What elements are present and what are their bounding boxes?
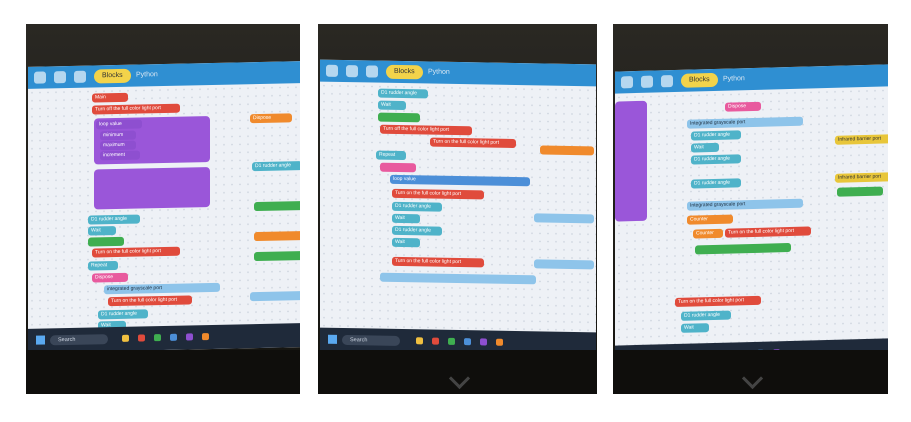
chart-icon[interactable]	[326, 64, 338, 77]
app-icon[interactable]	[122, 334, 129, 342]
app-icon[interactable]	[170, 333, 177, 341]
light-on-block[interactable]: Turn on the full color light port	[430, 137, 516, 149]
taskbar-search[interactable]: Search	[50, 334, 108, 346]
dispose-block[interactable]: Dispose	[92, 272, 128, 283]
dispose-block[interactable]	[380, 162, 416, 173]
eye-icon[interactable]	[54, 71, 66, 84]
tab-blocks[interactable]: Blocks	[94, 68, 131, 84]
light-on-block[interactable]: Turn on the full color light port	[92, 246, 180, 258]
green-right-block-2[interactable]	[254, 251, 300, 262]
main-block[interactable]: Main	[92, 92, 128, 103]
green-right-block[interactable]	[837, 186, 883, 197]
photo-3: Blocks Python Dispose Integrated graysca…	[613, 24, 888, 394]
tab-python[interactable]: Python	[715, 72, 753, 87]
windows-logo-icon[interactable]	[328, 334, 337, 344]
monitor-screen: Blocks Python D1 rudder angle Wait Turn …	[320, 59, 596, 357]
rudder-block-4[interactable]: D1 rudder angle	[681, 310, 731, 321]
app-icon[interactable]	[480, 338, 487, 346]
wait-block[interactable]: Wait	[691, 142, 719, 153]
laptop-base	[318, 350, 597, 394]
app-icon[interactable]	[496, 338, 503, 346]
app-icon[interactable]	[416, 337, 423, 345]
monitor-screen: Blocks Python Dispose Integrated graysca…	[615, 64, 888, 370]
chevron-down-icon	[741, 367, 763, 390]
light-on-block-2[interactable]: Turn on the full color light port	[392, 188, 484, 200]
rudder-block-2[interactable]: D1 rudder angle	[392, 201, 442, 212]
dispose-block[interactable]: Dispose	[725, 101, 761, 112]
python-icon[interactable]	[366, 65, 378, 78]
app-icon[interactable]	[154, 334, 161, 342]
laptop-base	[26, 350, 300, 394]
max-label: maximum	[100, 140, 136, 151]
dispose-right-block[interactable]: Dispose	[250, 113, 292, 124]
photo-1: Blocks Python Main Turn off the full col…	[26, 24, 300, 394]
loop-label: loop value	[96, 119, 142, 130]
green-right-block[interactable]	[254, 201, 300, 212]
windows-logo-icon[interactable]	[36, 335, 45, 345]
chart-icon[interactable]	[621, 76, 633, 89]
tab-python[interactable]: Python	[128, 68, 166, 83]
laptop-base	[613, 350, 888, 394]
app-icon[interactable]	[448, 337, 455, 345]
chart-icon[interactable]	[34, 71, 46, 84]
infrared-block[interactable]: Infrared barrier port	[835, 134, 888, 145]
monitor-screen: Blocks Python Main Turn off the full col…	[28, 61, 300, 353]
taskbar-search[interactable]: Search	[342, 334, 400, 346]
chevron-down-icon	[448, 367, 470, 390]
photo-2: Blocks Python D1 rudder angle Wait Turn …	[318, 24, 597, 394]
tab-python[interactable]: Python	[420, 65, 458, 80]
app-icon[interactable]	[202, 333, 209, 341]
block-workspace[interactable]	[320, 81, 596, 333]
rudder-block-3[interactable]: D1 rudder angle	[691, 178, 741, 189]
rudder-block[interactable]: D1 rudder angle	[88, 214, 140, 225]
rudder-block-2[interactable]: D1 rudder angle	[98, 309, 148, 320]
app-icon[interactable]	[138, 334, 145, 342]
app-icon[interactable]	[432, 337, 439, 345]
tab-blocks[interactable]: Blocks	[681, 72, 718, 88]
light-on-block-3[interactable]: Turn on the full color light port	[392, 256, 484, 268]
repeat-block[interactable]: Repeat	[376, 150, 406, 161]
orange-right-block[interactable]	[254, 231, 300, 242]
wait-block-3[interactable]: Wait	[392, 237, 420, 248]
counter-block[interactable]: Counter	[687, 214, 733, 225]
faded-right-block[interactable]	[250, 291, 300, 302]
app-icon[interactable]	[186, 333, 193, 341]
python-icon[interactable]	[74, 70, 86, 83]
repeat-block[interactable]: Repeat	[88, 260, 118, 271]
python-icon[interactable]	[661, 75, 673, 88]
rudder-block-2[interactable]: D1 rudder angle	[691, 154, 741, 165]
light-on-block-2[interactable]: Turn on the full color light port	[108, 295, 192, 307]
rudder-block-3[interactable]: D1 rudder angle	[392, 225, 442, 236]
light-off-block[interactable]: Turn off the full color light port	[380, 124, 472, 136]
light-off-block[interactable]: Turn off the full color light port	[92, 103, 180, 115]
wait-block-2[interactable]: Wait	[681, 323, 709, 333]
green-block[interactable]	[88, 236, 124, 247]
loop-block-2[interactable]	[94, 167, 210, 210]
orange-right-block[interactable]	[540, 145, 594, 156]
wait-block-2[interactable]: Wait	[392, 213, 420, 224]
eye-icon[interactable]	[346, 65, 358, 78]
eye-icon[interactable]	[641, 75, 653, 88]
faded-right-block-2[interactable]	[534, 259, 594, 270]
loop-block[interactable]	[615, 100, 647, 222]
increment-label: increment	[100, 150, 140, 161]
min-label: minimum	[100, 130, 136, 141]
rudder-block[interactable]: D1 rudder angle	[378, 88, 428, 99]
rudder-right-block[interactable]: D1 rudder angle	[252, 161, 300, 172]
tab-blocks[interactable]: Blocks	[386, 64, 423, 80]
wait-block[interactable]: Wait	[378, 100, 406, 111]
wait-block[interactable]: Wait	[88, 226, 116, 236]
rudder-block[interactable]: D1 rudder angle	[691, 130, 741, 141]
faded-right-block[interactable]	[534, 213, 594, 224]
infrared-block-2[interactable]: Infrared barrier port	[835, 172, 888, 183]
green-block[interactable]	[378, 112, 420, 123]
app-icon[interactable]	[464, 338, 471, 346]
counter-block-2[interactable]: Counter	[693, 228, 723, 239]
